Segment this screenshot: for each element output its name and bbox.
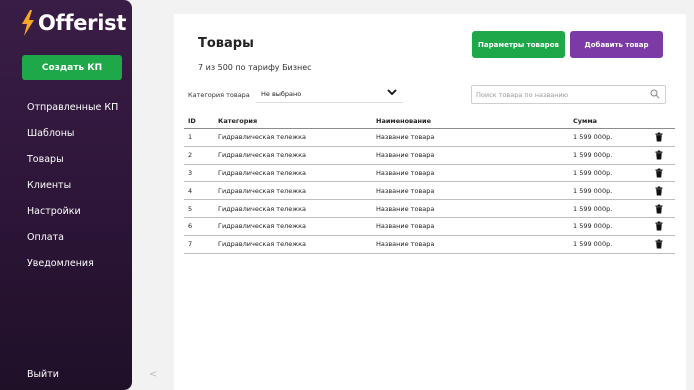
table-row[interactable]: 4 Гидравлическая тележка Название товара… [184, 182, 675, 201]
search-input[interactable] [476, 90, 641, 99]
add-product-button[interactable]: Добавить товар [570, 31, 663, 58]
table-row[interactable]: 2 Гидравлическая тележка Название товара… [184, 147, 675, 165]
table-header: ID Категория Наименование Сумма [184, 113, 675, 129]
row-sum: 1 599 000р. [573, 222, 613, 231]
row-category: Гидравлическая тележка [218, 133, 307, 142]
column-header-id[interactable]: ID [188, 117, 196, 125]
column-header-sum[interactable]: Сумма [573, 117, 597, 125]
row-category: Гидравлическая тележка [218, 168, 307, 177]
row-id: 7 [188, 240, 193, 249]
sidebar-item-products[interactable]: Товары [27, 153, 118, 179]
product-parameters-button[interactable]: Параметры товаров [472, 31, 565, 58]
sidebar-item-templates[interactable]: Шаблоны [27, 127, 118, 153]
collapse-sidebar-icon[interactable]: < [149, 369, 157, 380]
table-row[interactable]: 1 Гидравлическая тележка Название товара… [184, 129, 675, 147]
sidebar-item-notifications[interactable]: Уведомления [27, 257, 118, 283]
row-sum: 1 599 000р. [573, 204, 613, 213]
table-row[interactable]: 3 Гидравлическая тележка Название товара… [184, 165, 675, 183]
row-sum: 1 599 000р. [573, 186, 613, 195]
sidebar-item-clients[interactable]: Клиенты [27, 179, 118, 205]
trash-icon[interactable] [655, 132, 663, 142]
category-filter-value: Не выбрано [261, 89, 302, 98]
table-row[interactable]: 5 Гидравлическая тележка Название товара… [184, 200, 675, 218]
row-category: Гидравлическая тележка [218, 240, 307, 249]
row-name: Название товара [376, 133, 435, 142]
brand-name: Offerist [38, 11, 127, 35]
trash-icon[interactable] [655, 204, 663, 214]
sidebar: Offerist Создать КП Отправленные КП Шабл… [0, 0, 132, 390]
row-name: Название товара [376, 222, 435, 231]
sidebar-item-payment[interactable]: Оплата [27, 231, 118, 257]
trash-icon[interactable] [655, 168, 663, 178]
main-panel: Товары 7 из 500 по тарифу Бизнес Парамет… [174, 14, 686, 390]
sidebar-item-sent-offers[interactable]: Отправленные КП [27, 101, 118, 127]
trash-icon[interactable] [655, 239, 663, 249]
row-id: 2 [188, 151, 193, 160]
trash-icon[interactable] [655, 150, 663, 160]
logo[interactable]: Offerist [20, 10, 126, 36]
products-table: ID Категория Наименование Сумма 1 Гидрав… [184, 113, 675, 254]
logout-link[interactable]: Выйти [27, 369, 59, 380]
row-category: Гидравлическая тележка [218, 151, 307, 160]
category-filter-label: Категория товара [188, 91, 250, 99]
column-header-category[interactable]: Категория [218, 117, 257, 125]
sidebar-item-settings[interactable]: Настройки [27, 205, 118, 231]
sidebar-nav: Отправленные КП Шаблоны Товары Клиенты Н… [27, 101, 118, 283]
row-sum: 1 599 000р. [573, 151, 613, 160]
column-header-name[interactable]: Наименование [376, 117, 431, 125]
row-id: 4 [188, 186, 193, 195]
search-box [471, 85, 666, 104]
row-id: 1 [188, 133, 193, 142]
row-name: Название товара [376, 151, 435, 160]
page-title: Товары [198, 36, 254, 51]
row-name: Название товара [376, 186, 435, 195]
row-category: Гидравлическая тележка [218, 222, 307, 231]
table-row[interactable]: 7 Гидравлическая тележка Название товара… [184, 236, 675, 254]
row-sum: 1 599 000р. [573, 168, 613, 177]
search-icon[interactable] [650, 89, 660, 99]
table-row[interactable]: 6 Гидравлическая тележка Название товара… [184, 218, 675, 236]
row-sum: 1 599 000р. [573, 133, 613, 142]
lightning-bolt-icon [22, 10, 34, 36]
row-category: Гидравлическая тележка [218, 186, 307, 195]
trash-icon[interactable] [655, 186, 663, 196]
category-filter-select[interactable]: Не выбрано [256, 85, 403, 103]
row-name: Название товара [376, 168, 435, 177]
row-id: 5 [188, 204, 193, 213]
row-id: 3 [188, 168, 193, 177]
plan-usage-text: 7 из 500 по тарифу Бизнес [198, 63, 312, 72]
row-category: Гидравлическая тележка [218, 204, 307, 213]
row-name: Название товара [376, 240, 435, 249]
row-id: 6 [188, 222, 193, 231]
chevron-down-icon [387, 89, 397, 96]
trash-icon[interactable] [655, 221, 663, 231]
row-name: Название товара [376, 204, 435, 213]
create-offer-button[interactable]: Создать КП [22, 55, 122, 80]
row-sum: 1 599 000р. [573, 240, 613, 249]
